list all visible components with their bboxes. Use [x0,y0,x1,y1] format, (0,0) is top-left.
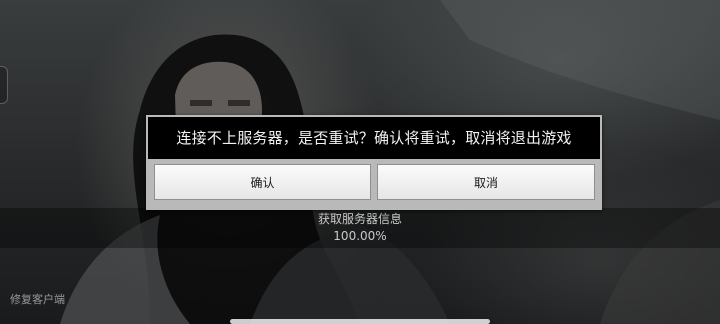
game-launcher-screen: 获取服务器信息 100.00% 修复客户端 连接不上服务器，是否重试？确认将重试… [0,0,720,324]
side-drawer-handle[interactable] [0,66,8,104]
loading-progress-text: 100.00% [333,229,387,243]
cancel-button[interactable]: 取消 [377,164,595,200]
confirm-button[interactable]: 确认 [154,164,371,200]
connection-error-dialog: 连接不上服务器，是否重试？确认将重试，取消将退出游戏 确认 取消 [146,115,602,210]
home-indicator-bar[interactable] [230,319,490,324]
repair-client-link[interactable]: 修复客户端 [10,291,65,307]
dialog-message: 连接不上服务器，是否重试？确认将重试，取消将退出游戏 [148,117,600,159]
loading-status-text: 获取服务器信息 [317,212,402,226]
